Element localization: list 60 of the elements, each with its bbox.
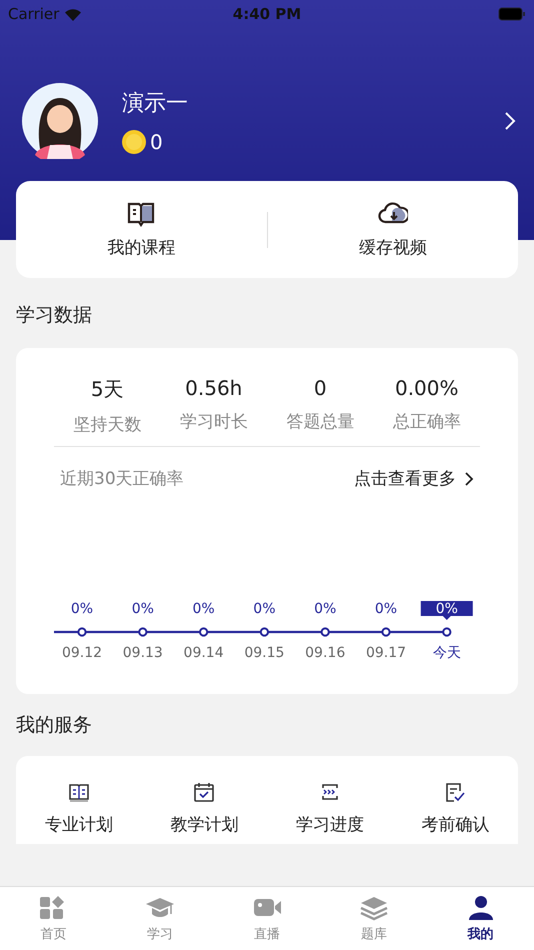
stat-label: 答题总量 [286,411,354,433]
coin-count: 0 [150,130,163,154]
stat-value: 0.00% [394,376,459,400]
book-icon [126,200,156,228]
date-label: 09.17 [366,645,406,661]
person-icon [466,894,495,920]
carrier-label: Carrier [8,5,60,23]
calendar-icon [193,782,216,803]
data-point[interactable] [320,627,330,637]
value-label: 0% [314,601,336,617]
service-item[interactable]: 教学计划 [142,782,267,836]
date-label: 09.16 [305,645,346,661]
coin-icon [122,130,146,154]
date-label: 09.15 [244,645,284,661]
date-label: 09.12 [62,645,102,661]
section-title: 我的服务 [16,714,92,736]
date-label: 09.13 [122,645,163,661]
data-point[interactable] [381,627,391,637]
layers-icon [360,894,388,920]
chevron-icon [464,470,474,486]
tab[interactable]: 直播 [214,887,320,950]
stat-label: 坚持天数 [73,414,142,436]
data-point[interactable] [442,627,452,637]
data-point[interactable] [260,627,269,637]
value-label: 0% [132,601,154,617]
section-title: 学习数据 [16,304,92,326]
more-link[interactable]: 点击查看更多 [354,467,474,490]
data-point[interactable] [138,627,148,637]
checklist-icon [444,782,466,803]
value-label: 0% [70,601,94,617]
date-label: 09.14 [184,645,224,661]
service-item[interactable]: 专业计划 [16,782,142,836]
user-name: 演示一 [122,90,188,118]
open-book-icon [68,782,90,803]
service-item[interactable]: 考前确认 [392,782,518,836]
value-badge [420,601,473,620]
stat-value: 0 [314,376,327,400]
value-label: 0% [192,601,215,617]
date-label: 今天 [432,645,461,661]
stat-label: 学习时长 [180,411,248,433]
quick-link[interactable]: 缓存视频 [268,200,518,259]
chart-title: 近期30天正确率 [60,468,184,490]
tab[interactable]: 我的 [427,887,534,950]
tab[interactable]: 首页 [0,887,107,950]
chevron-icon[interactable] [504,110,516,130]
value-label: 0% [436,601,458,617]
quick-link[interactable]: 我的课程 [16,200,266,259]
tab[interactable]: 题库 [320,887,428,950]
tab[interactable]: 学习 [106,887,214,950]
wifi-icon [64,8,82,20]
data-point[interactable] [77,627,87,637]
data-point[interactable] [199,627,208,637]
battery-icon [498,7,526,21]
value-label: 0% [374,601,398,617]
stat-value: 0.56h [185,376,242,400]
value-label: 0% [253,601,276,617]
service-item[interactable]: 学习进度 [267,782,392,836]
stat-label: 总正确率 [392,411,461,433]
stat-value: 5天 [90,376,124,403]
clock: 4:40 PM [232,5,302,23]
